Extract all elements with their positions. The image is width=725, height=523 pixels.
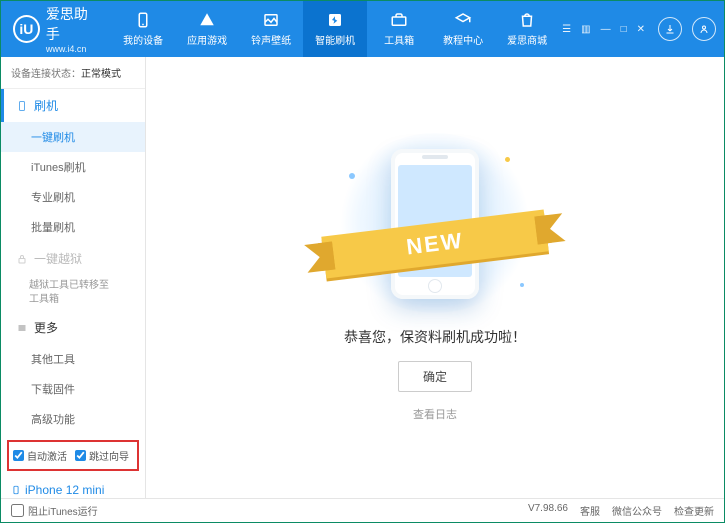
sidebar: 设备连接状态：正常模式 刷机 一键刷机 iTunes刷机 专业刷机 批量刷机 一… (1, 57, 146, 498)
options-box: 自动激活 跳过向导 (7, 440, 139, 471)
logo-icon: iU (13, 15, 40, 43)
version-label: V7.98.66 (528, 503, 568, 518)
nav-label: 爱思商城 (507, 32, 547, 47)
menu-button[interactable]: ☰ (559, 24, 574, 35)
account-button[interactable] (692, 17, 716, 41)
nav-label: 工具箱 (384, 32, 414, 47)
sidebar-cat-flash[interactable]: 刷机 (1, 89, 145, 122)
download-button[interactable] (658, 17, 682, 41)
app-url: www.i4.cn (46, 44, 99, 54)
cat-label: 刷机 (34, 97, 58, 114)
checkbox-label: 跳过向导 (89, 448, 129, 463)
sidebar-item-download-firmware[interactable]: 下载固件 (1, 374, 145, 404)
sidebar-cat-more[interactable]: 更多 (1, 311, 145, 344)
more-icon (16, 322, 28, 334)
connection-status: 设备连接状态：正常模式 (1, 57, 145, 89)
shop-icon (518, 11, 536, 29)
nav: 我的设备 应用游戏 铃声壁纸 智能刷机 工具箱 教程中心 爱思商城 (111, 1, 559, 57)
logo-block: iU 爱思助手 www.i4.cn (1, 4, 111, 54)
sidebar-item-pro-flash[interactable]: 专业刷机 (1, 182, 145, 212)
phone-icon (11, 483, 21, 497)
auto-activate-input[interactable] (13, 450, 24, 461)
auto-activate-checkbox[interactable]: 自动激活 (13, 448, 67, 463)
support-link[interactable]: 客服 (580, 503, 600, 518)
checkbox-label: 自动激活 (27, 448, 67, 463)
check-update-link[interactable]: 检查更新 (674, 503, 714, 518)
nav-flash[interactable]: 智能刷机 (303, 1, 367, 57)
device-name-label: iPhone 12 mini (25, 483, 104, 497)
wallpaper-icon (262, 11, 280, 29)
sidebar-item-batch-flash[interactable]: 批量刷机 (1, 212, 145, 242)
nav-label: 我的设备 (123, 32, 163, 47)
statusbar: 阻止iTunes运行 V7.98.66 客服 微信公众号 检查更新 (1, 498, 724, 522)
nav-toolbox[interactable]: 工具箱 (367, 1, 431, 57)
connection-value: 正常模式 (81, 69, 121, 80)
sidebar-cat-jailbreak[interactable]: 一键越狱 (1, 242, 145, 275)
lock-icon (16, 253, 28, 265)
skip-guide-checkbox[interactable]: 跳过向导 (75, 448, 129, 463)
close-button[interactable]: ✕ (634, 24, 648, 35)
connection-prefix: 设备连接状态： (11, 69, 81, 80)
cat-label: 更多 (34, 319, 58, 336)
nav-label: 铃声壁纸 (251, 32, 291, 47)
view-log-link[interactable]: 查看日志 (413, 406, 457, 422)
apps-icon (198, 11, 216, 29)
wechat-link[interactable]: 微信公众号 (612, 503, 662, 518)
sidebar-item-other-tools[interactable]: 其他工具 (1, 344, 145, 374)
cat-label: 一键越狱 (34, 250, 82, 267)
window-controls: ☰ ▥ — □ ✕ (559, 24, 648, 35)
tutorial-icon (454, 11, 472, 29)
block-itunes-input[interactable] (11, 504, 24, 517)
minimize-button[interactable]: — (598, 24, 614, 35)
nav-label: 教程中心 (443, 32, 483, 47)
phone-icon (16, 100, 28, 112)
app-name: 爱思助手 (46, 4, 99, 44)
jailbreak-note: 越狱工具已转移至工具箱 (1, 275, 145, 311)
ok-button[interactable]: 确定 (398, 361, 472, 392)
nav-my-devices[interactable]: 我的设备 (111, 1, 175, 57)
nav-shop[interactable]: 爱思商城 (495, 1, 559, 57)
main-panel: NEW 恭喜您，保资料刷机成功啦！ 确定 查看日志 (146, 57, 724, 498)
device-icon (134, 11, 152, 29)
maximize-button[interactable]: □ (618, 24, 630, 35)
sidebar-item-itunes-flash[interactable]: iTunes刷机 (1, 152, 145, 182)
success-illustration: NEW (335, 133, 535, 313)
titlebar: iU 爱思助手 www.i4.cn 我的设备 应用游戏 铃声壁纸 智能刷机 工具… (1, 1, 724, 57)
nav-label: 应用游戏 (187, 32, 227, 47)
skip-guide-input[interactable] (75, 450, 86, 461)
toolbox-icon (390, 11, 408, 29)
flash-icon (326, 11, 344, 29)
device-card[interactable]: iPhone 12 mini 64GB Down-12mini-13,1 (1, 477, 145, 498)
nav-label: 智能刷机 (315, 32, 355, 47)
block-itunes-checkbox[interactable]: 阻止iTunes运行 (11, 503, 98, 518)
download-icon (664, 23, 676, 35)
sidebar-item-advanced[interactable]: 高级功能 (1, 404, 145, 434)
sidebar-item-oneclick-flash[interactable]: 一键刷机 (1, 122, 145, 152)
checkbox-label: 阻止iTunes运行 (28, 503, 98, 518)
nav-tutorials[interactable]: 教程中心 (431, 1, 495, 57)
user-icon (698, 23, 710, 35)
skin-button[interactable]: ▥ (578, 24, 593, 35)
success-message: 恭喜您，保资料刷机成功啦！ (344, 327, 526, 347)
nav-ringtones[interactable]: 铃声壁纸 (239, 1, 303, 57)
nav-apps-games[interactable]: 应用游戏 (175, 1, 239, 57)
